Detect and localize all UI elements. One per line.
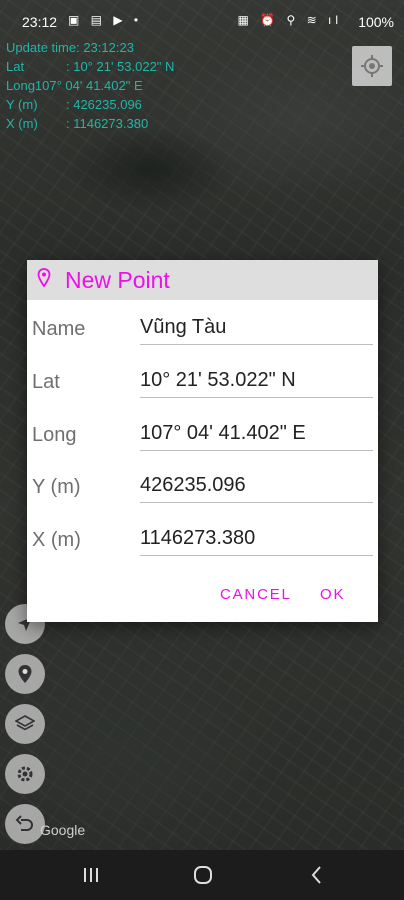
system-status-icons: ▦ ⏰ ⚲ ≋ ıl	[237, 13, 342, 27]
cancel-button[interactable]: CANCEL	[220, 586, 292, 603]
location-pin-icon	[18, 665, 32, 683]
x-label: X (m)	[32, 529, 81, 551]
lat-field[interactable]	[140, 363, 373, 398]
long-field[interactable]	[140, 416, 373, 451]
y-label: Y (m)	[32, 476, 81, 498]
y-row: Y (m)	[27, 468, 378, 508]
info-x-value: : 1146273.380	[66, 116, 149, 131]
x-field[interactable]	[140, 521, 373, 556]
lat-row: Lat	[27, 363, 378, 403]
update-time-label: Update time:	[6, 40, 80, 55]
new-point-dialog: New Point Name Lat Long Y (m) X (m) CANC…	[27, 260, 378, 622]
status-time: 23:12	[22, 14, 58, 30]
map-attribution: Google	[40, 822, 86, 838]
info-y-label: Y (m)	[6, 97, 38, 112]
info-lat-label: Lat	[6, 59, 25, 74]
crosshair-icon	[361, 55, 383, 77]
dialog-header: New Point	[27, 260, 378, 300]
info-y-value: : 426235.096	[66, 97, 142, 112]
info-lat-value: : 10° 21' 53.022" N	[66, 59, 175, 74]
settings-button[interactable]	[5, 754, 45, 794]
x-row: X (m)	[27, 521, 378, 561]
undo-icon	[15, 815, 33, 831]
back-icon[interactable]	[306, 864, 328, 886]
name-row: Name	[27, 310, 378, 350]
location-info-overlay: Update time: 23:12:23 Lat : 10° 21' 53.02…	[6, 38, 174, 133]
update-time-value: 23:12:23	[83, 40, 134, 55]
info-x-label: X (m)	[6, 116, 38, 131]
lat-label: Lat	[32, 371, 60, 393]
y-field[interactable]	[140, 468, 373, 503]
gear-icon	[17, 766, 33, 782]
add-point-button[interactable]	[5, 654, 45, 694]
notification-icons: ▣ ▤ ▶ •	[68, 13, 143, 27]
layers-icon	[15, 715, 35, 731]
battery-level: 100%	[358, 14, 394, 30]
my-location-button[interactable]	[352, 46, 392, 86]
dialog-title: New Point	[65, 267, 170, 293]
long-label: Long	[32, 424, 77, 446]
ok-button[interactable]: OK	[320, 586, 345, 603]
location-pin-icon	[37, 268, 51, 288]
layers-button[interactable]	[5, 704, 45, 744]
name-label: Name	[32, 318, 86, 340]
name-field[interactable]	[140, 310, 373, 345]
long-row: Long	[27, 416, 378, 456]
system-nav-bar	[0, 850, 404, 900]
recent-apps-icon[interactable]	[80, 864, 102, 886]
info-long-label: Long	[6, 78, 35, 93]
home-icon[interactable]	[192, 864, 214, 886]
undo-button[interactable]	[5, 804, 45, 844]
info-long-value: 107° 04' 41.402" E	[34, 78, 143, 93]
